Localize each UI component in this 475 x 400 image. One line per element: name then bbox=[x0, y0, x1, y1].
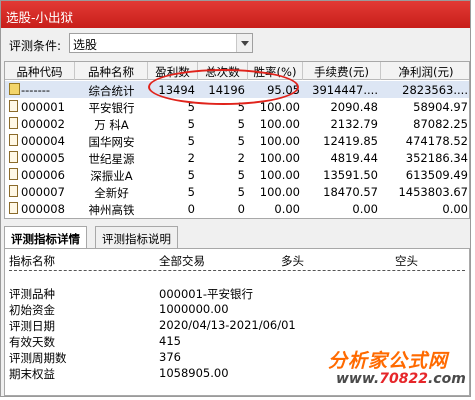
cell-fee: 18470.57 bbox=[323, 185, 378, 199]
cell-fee: 0.00 bbox=[352, 202, 378, 216]
cell-name: 全新好 bbox=[94, 186, 129, 200]
cell-name: 万 科A bbox=[94, 118, 129, 132]
cell-winrate: 100.00 bbox=[259, 117, 300, 131]
condition-value: 选股 bbox=[73, 38, 98, 52]
detail-label: 有效天数 bbox=[9, 335, 55, 349]
column-header-profit[interactable]: 净利润(元) bbox=[381, 62, 469, 80]
highlight-circle bbox=[148, 69, 299, 105]
cell-wins: 0 bbox=[187, 202, 195, 216]
cell-name: 深振业A bbox=[90, 169, 133, 183]
cell-wins: 5 bbox=[187, 134, 195, 148]
cell-name: 神州高铁 bbox=[88, 203, 135, 217]
cell-name: 国华网安 bbox=[88, 135, 135, 149]
cell-wins: 5 bbox=[187, 185, 195, 199]
detail-value: 2020/04/13-2021/06/01 bbox=[159, 318, 296, 332]
table-row[interactable]: 000004 国华网安 5 5 100.00 12419.85 474178.52 bbox=[5, 132, 469, 149]
detail-header-long: 多头 bbox=[281, 254, 304, 268]
cell-total: 5 bbox=[237, 168, 245, 182]
cell-total: 0 bbox=[237, 202, 245, 216]
table-row[interactable]: 000008 神州高铁 0 0 0.00 0.00 0.00 bbox=[5, 200, 469, 217]
cell-code: 000007 bbox=[21, 185, 65, 199]
cell-code: 000001 bbox=[21, 100, 65, 114]
table-row[interactable]: 000002 万 科A 5 5 100.00 2132.79 87082.25 bbox=[5, 115, 469, 132]
detail-tabs: 评测指标详情 评测指标说明 bbox=[4, 226, 470, 249]
cell-total: 2 bbox=[237, 151, 245, 165]
cell-profit: 352186.34 bbox=[405, 151, 468, 165]
detail-value: 000001-平安银行 bbox=[159, 287, 254, 301]
cell-profit: 474178.52 bbox=[405, 134, 468, 148]
tab-metric-details[interactable]: 评测指标详情 bbox=[4, 226, 87, 249]
detail-value: 376 bbox=[159, 350, 181, 364]
watermark-logo: 分析家公式网 www.70822.com bbox=[326, 346, 466, 392]
cell-winrate: 100.00 bbox=[259, 134, 300, 148]
window-title: 选股-小出狱 bbox=[6, 10, 74, 25]
cell-code: 000004 bbox=[21, 134, 65, 148]
detail-value: 415 bbox=[159, 334, 181, 348]
cell-winrate: 100.00 bbox=[259, 151, 300, 165]
cell-name: 世纪星源 bbox=[88, 152, 135, 166]
cell-code: 000006 bbox=[21, 168, 65, 182]
cell-fee: 2132.79 bbox=[330, 117, 378, 131]
cell-code: 000002 bbox=[21, 117, 65, 131]
cell-winrate: 0.00 bbox=[274, 202, 300, 216]
detail-header-all: 全部交易 bbox=[159, 254, 205, 268]
detail-value: 1000000.00 bbox=[159, 302, 229, 316]
cell-name: 综合统计 bbox=[88, 84, 135, 98]
cell-name: 平安银行 bbox=[88, 101, 135, 115]
cell-wins: 5 bbox=[187, 117, 195, 131]
results-table: 品种代码 品种名称 盈利数 总次数 胜率(%) 手续费(元) 净利润(元) --… bbox=[4, 61, 470, 219]
column-header-code[interactable]: 品种代码 bbox=[5, 62, 75, 80]
title-bar[interactable]: 选股-小出狱 bbox=[1, 1, 470, 28]
table-row[interactable]: 000007 全新好 5 5 100.00 18470.57 1453803.67 bbox=[5, 183, 469, 200]
detail-header-name: 指标名称 bbox=[9, 254, 55, 268]
cell-winrate: 100.00 bbox=[259, 168, 300, 182]
cell-profit: 613509.49 bbox=[405, 168, 468, 182]
cell-fee: 13591.50 bbox=[323, 168, 378, 182]
cell-profit: 0.00 bbox=[442, 202, 468, 216]
cell-total: 5 bbox=[237, 134, 245, 148]
app-window: 选股-小出狱 评测条件: 选股 品种代码 品种名称 盈利数 总次数 胜率(%) … bbox=[0, 0, 471, 397]
cell-fee: 4819.44 bbox=[330, 151, 378, 165]
cell-total: 5 bbox=[237, 185, 245, 199]
condition-label: 评测条件: bbox=[9, 39, 62, 53]
logo-url: www.70822.com bbox=[336, 371, 466, 387]
cell-code: 000008 bbox=[21, 202, 65, 216]
cell-fee: 2090.48 bbox=[330, 100, 378, 114]
tab-metric-explanation[interactable]: 评测指标说明 bbox=[95, 226, 178, 248]
cell-code: ------- bbox=[21, 83, 51, 97]
table-row[interactable]: 000005 世纪星源 2 2 100.00 4819.44 352186.34 bbox=[5, 149, 469, 166]
detail-label: 评测周期数 bbox=[9, 351, 67, 365]
cell-wins: 5 bbox=[187, 168, 195, 182]
detail-label: 评测日期 bbox=[9, 319, 55, 333]
divider bbox=[9, 270, 465, 271]
logo-brand: 分析家公式网 bbox=[328, 350, 449, 372]
cell-fee: 12419.85 bbox=[323, 134, 378, 148]
chevron-down-icon[interactable] bbox=[236, 34, 252, 52]
column-header-fee[interactable]: 手续费(元) bbox=[303, 62, 381, 80]
detail-label: 评测品种 bbox=[9, 287, 55, 301]
detail-value: 1058905.00 bbox=[159, 366, 229, 380]
cell-code: 000005 bbox=[21, 151, 65, 165]
condition-row: 评测条件: 选股 bbox=[1, 29, 470, 59]
table-row[interactable]: 000006 深振业A 5 5 100.00 13591.50 613509.49 bbox=[5, 166, 469, 183]
cell-wins: 2 bbox=[187, 151, 195, 165]
cell-fee: 3914447.... bbox=[312, 83, 378, 97]
detail-label: 期末权益 bbox=[9, 367, 55, 381]
cell-profit: 2823563.... bbox=[402, 83, 468, 97]
detail-header-short: 空头 bbox=[395, 254, 418, 268]
condition-select[interactable]: 选股 bbox=[69, 33, 253, 53]
cell-profit: 58904.97 bbox=[413, 100, 468, 114]
cell-winrate: 100.00 bbox=[259, 185, 300, 199]
cell-profit: 87082.25 bbox=[413, 117, 468, 131]
column-header-name[interactable]: 品种名称 bbox=[75, 62, 148, 80]
cell-total: 5 bbox=[237, 117, 245, 131]
detail-label: 初始资金 bbox=[9, 303, 55, 317]
cell-profit: 1453803.67 bbox=[398, 185, 468, 199]
